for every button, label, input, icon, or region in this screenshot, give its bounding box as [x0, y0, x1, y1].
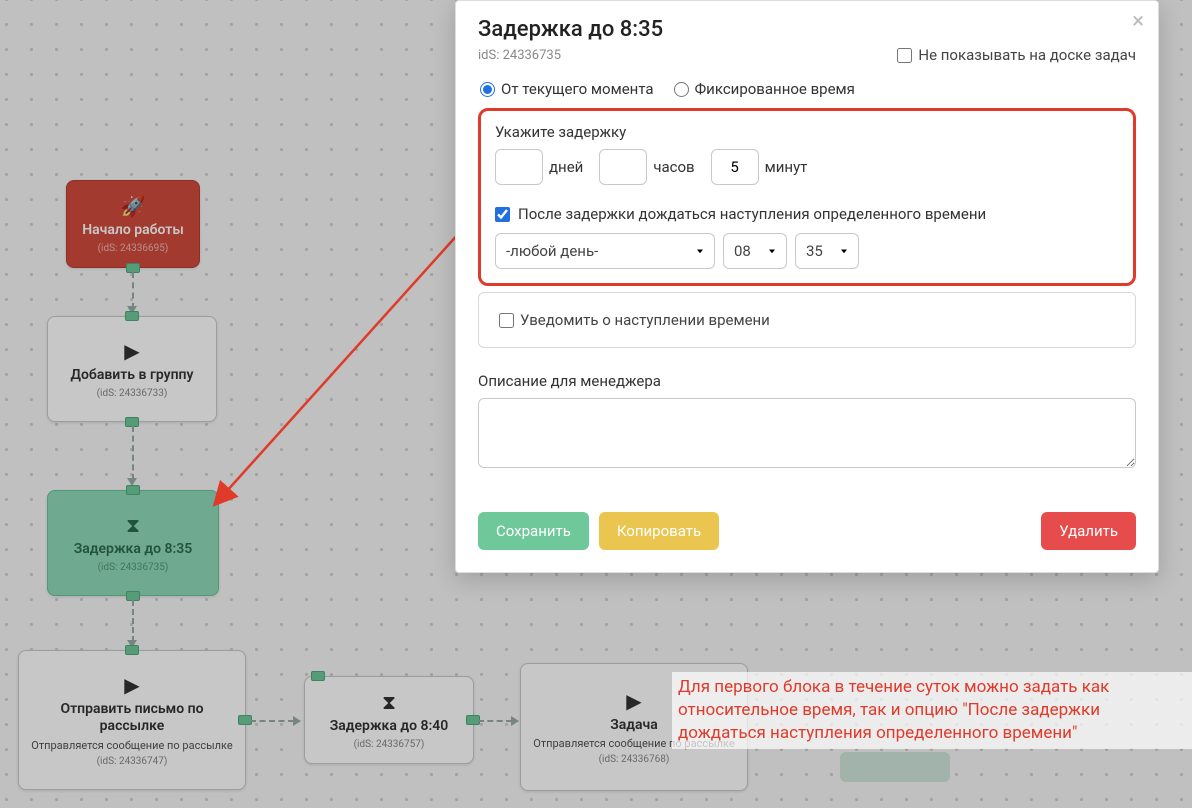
radio-fixed-time[interactable]: Фиксированное время	[674, 80, 855, 98]
modal-id: idS: 24336735	[478, 48, 561, 63]
hide-on-board-label: Не показывать на доске задач	[918, 46, 1136, 64]
days-input[interactable]	[495, 149, 543, 185]
annotation-text: Для первого блока в течение суток можно …	[672, 672, 1192, 749]
minute-select[interactable]: 35	[795, 233, 859, 269]
delay-modal: × Задержка до 8:35 idS: 24336735 Не пока…	[455, 0, 1159, 573]
description-textarea[interactable]	[478, 398, 1136, 468]
save-button[interactable]: Сохранить	[478, 512, 589, 550]
minutes-input[interactable]	[711, 149, 759, 185]
hide-on-board-checkbox[interactable]: Не показывать на доске задач	[897, 46, 1136, 64]
copy-button[interactable]: Копировать	[599, 512, 719, 550]
notify-checkbox[interactable]: Уведомить о наступлении времени	[499, 311, 1115, 329]
wait-until-checkbox[interactable]	[495, 207, 510, 222]
hour-select[interactable]: 08	[723, 233, 787, 269]
hours-unit: часов	[653, 158, 694, 176]
delete-button[interactable]: Удалить	[1041, 512, 1136, 550]
day-select[interactable]: -любой день-	[495, 233, 715, 269]
radio-from-now[interactable]: От текущего момента	[480, 80, 654, 98]
description-label: Описание для менеджера	[478, 372, 1136, 390]
delay-highlight-box: Укажите задержку дней часов минут После …	[478, 108, 1136, 286]
delay-section-label: Укажите задержку	[495, 123, 1119, 141]
modal-title: Задержка до 8:35	[478, 17, 1136, 42]
hours-input[interactable]	[599, 149, 647, 185]
close-icon[interactable]: ×	[1132, 11, 1144, 33]
days-unit: дней	[549, 158, 583, 176]
notify-label: Уведомить о наступлении времени	[520, 311, 770, 329]
wait-until-label: После задержки дождаться наступления опр…	[518, 205, 986, 223]
minutes-unit: минут	[765, 158, 808, 176]
